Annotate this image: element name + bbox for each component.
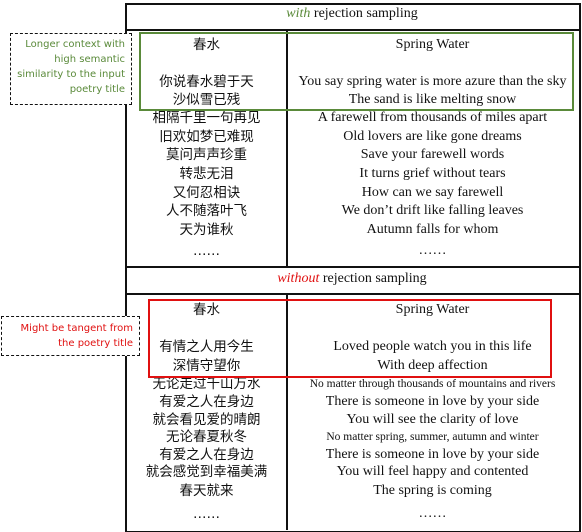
poem-line-english: There is someone in love by your side: [325, 394, 540, 409]
header-text: rejection sampling: [319, 271, 427, 286]
poem-line-english: A farewell from thousands of miles apart: [317, 110, 548, 125]
poem-line-chinese: 就会感觉到幸福美满: [145, 464, 268, 480]
poem-line-english: Old lovers are like gone dreams: [343, 129, 522, 144]
poem-line-english: No matter spring, summer, autumn and win…: [326, 431, 539, 443]
poem-line-chinese: 有爱之人在身边: [159, 394, 254, 410]
poem-line-english: ……: [418, 243, 447, 258]
poem-line-english: You will see the clarity of love: [346, 412, 519, 427]
poem-line-english: It turns grief without tears: [359, 166, 506, 181]
poem-line-english: The spring is coming: [373, 483, 492, 498]
poem-line-english: How can we say farewell: [361, 185, 504, 200]
annotation-note-green: Longer context with high semantic simila…: [10, 33, 132, 105]
poem-line-chinese: ……: [193, 506, 220, 522]
divider: [125, 266, 579, 268]
annotation-note-red: Might be tangent from the poetry title: [1, 316, 140, 356]
header-text: rejection sampling: [310, 6, 418, 21]
poem-line-chinese: 旧欢如梦已难现: [159, 129, 254, 145]
poem-line-chinese: 就会看见爱的晴朗: [152, 412, 261, 428]
poem-line-english: Autumn falls for whom: [366, 222, 499, 237]
section-header-without: without rejection sampling: [125, 271, 579, 287]
divider: [125, 29, 579, 31]
highlight-box-green: [139, 32, 574, 111]
poem-line-chinese: 转悲无泪: [179, 166, 234, 182]
divider: [125, 293, 579, 295]
poem-line-chinese: 又何忍相诀: [172, 185, 241, 201]
poem-line-chinese: 天为谁秋: [179, 222, 234, 238]
poem-line-english: Save your farewell words: [360, 147, 505, 162]
poem-line-english: You will feel happy and contented: [336, 464, 529, 479]
poem-line-chinese: 无论春夏秋冬: [166, 429, 247, 445]
poem-line-chinese: 相隔千里一句再见: [152, 110, 261, 126]
poem-line-chinese: 有爱之人在身边: [159, 447, 254, 463]
poem-line-english: There is someone in love by your side: [325, 447, 540, 462]
highlight-box-red: [148, 299, 552, 378]
poem-line-chinese: 人不随落叶飞: [166, 203, 247, 219]
section-header-with: with rejection sampling: [125, 6, 579, 22]
header-emphasis: with: [286, 6, 311, 21]
header-emphasis: without: [277, 271, 320, 286]
poem-line-chinese: 春天就来: [179, 483, 234, 499]
figure: with rejection sampling without rejectio…: [0, 0, 582, 532]
poem-line-chinese: 莫问声声珍重: [166, 147, 247, 163]
poem-line-english: We don’t drift like falling leaves: [341, 203, 524, 218]
poem-line-english: ……: [418, 506, 447, 521]
poem-line-chinese: ……: [193, 243, 220, 259]
